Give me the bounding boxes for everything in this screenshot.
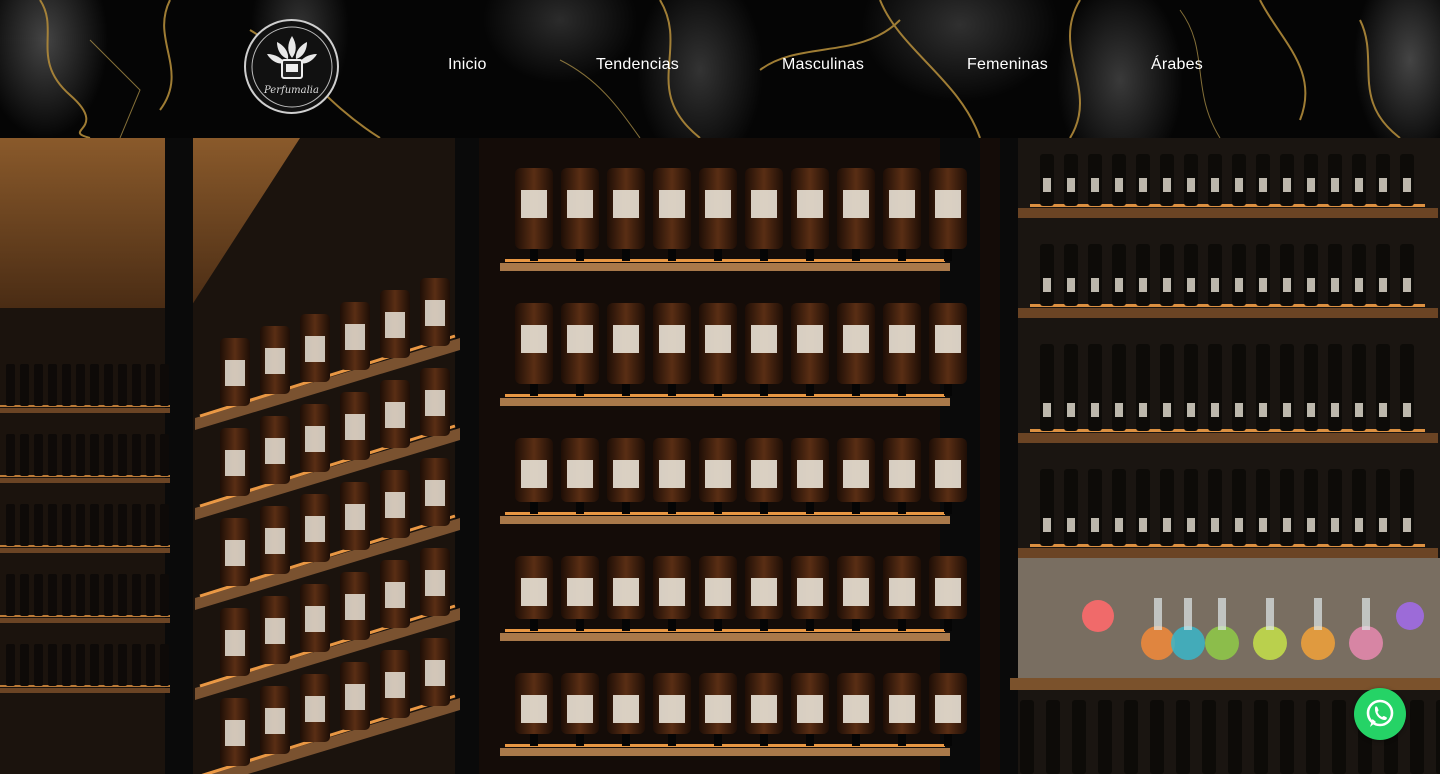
- site-header: Perfumalia Inicio Tendencias Masculinas …: [0, 0, 1440, 138]
- hero-banner: [0, 138, 1440, 774]
- main-nav: Inicio Tendencias Masculinas Femeninas Á…: [0, 56, 1440, 80]
- whatsapp-icon: [1366, 699, 1394, 727]
- whatsapp-button[interactable]: [1354, 688, 1406, 740]
- nav-item-tendencias[interactable]: Tendencias: [596, 56, 679, 74]
- nav-item-inicio[interactable]: Inicio: [448, 56, 487, 74]
- brand-wordmark: Perfumalia: [264, 85, 319, 96]
- nav-item-masculinas[interactable]: Masculinas: [782, 56, 864, 74]
- nav-item-arabes[interactable]: Árabes: [1151, 56, 1203, 74]
- perfume-shelves-photo: [0, 138, 1440, 774]
- nav-item-femeninas[interactable]: Femeninas: [967, 56, 1048, 74]
